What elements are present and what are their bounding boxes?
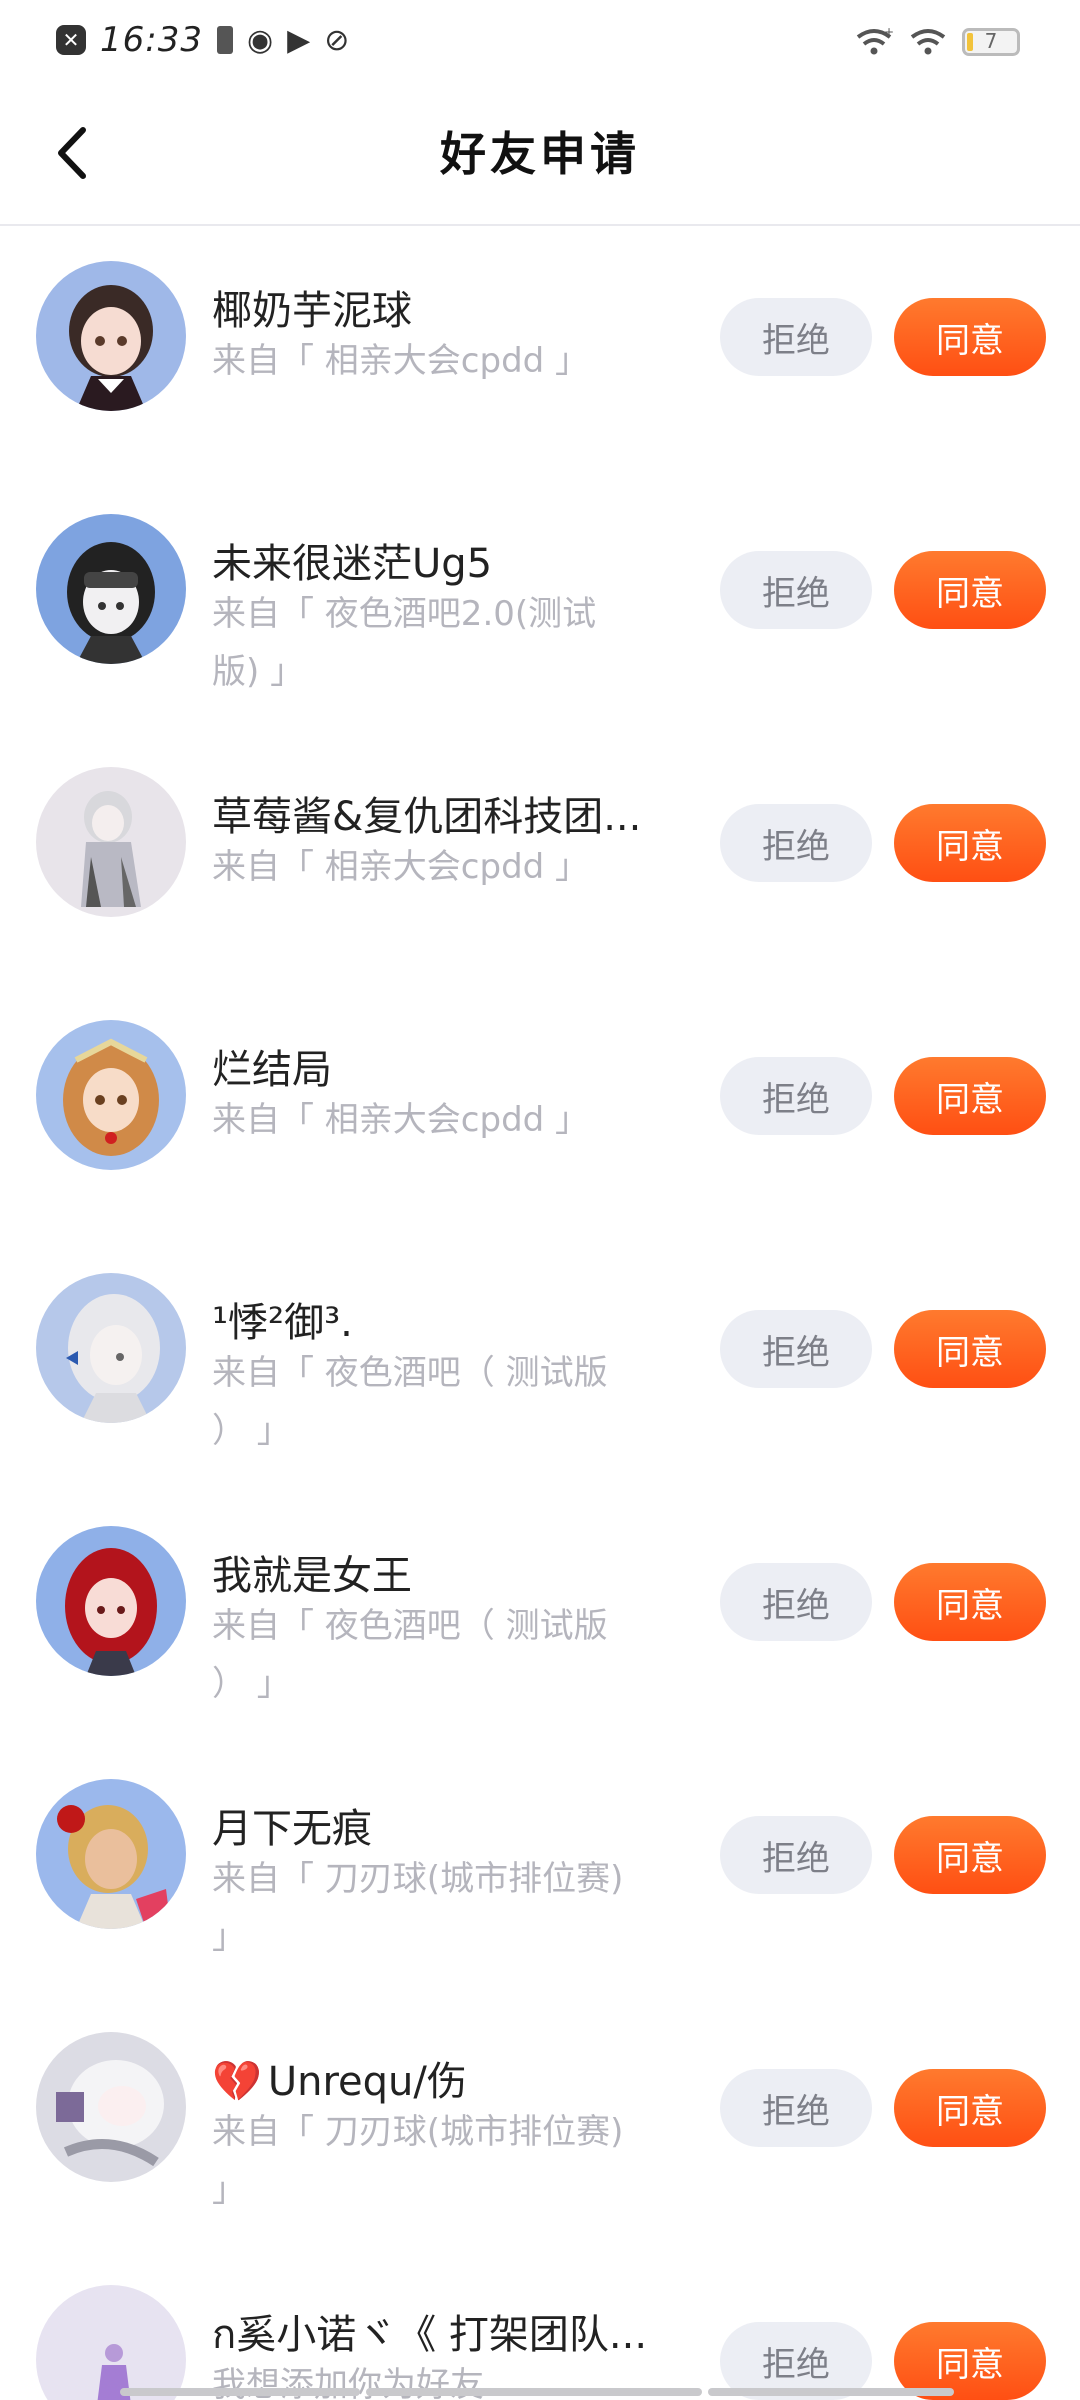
status-time: 16:33 [100,20,203,60]
battery-saver-icon [216,26,233,54]
play-icon: ▶ [287,22,311,58]
avatar[interactable] [36,1273,186,1423]
list-item: 未来很迷茫Ug5 来自「 夜色酒吧2.0(测试版) 」 拒绝 同意 [0,481,1080,734]
broken-heart-icon: 💔 [212,2059,262,2105]
list-item: 月下无痕 来自「 刀刃球(城市排位赛) 」 拒绝 同意 [0,1746,1080,1999]
accept-button[interactable]: 同意 [894,1057,1046,1135]
status-bar-left: ✕ 16:33 ◉ ▶ ⊘ [56,20,349,60]
request-source: 来自「 相亲大会cpdd 」 [212,847,590,887]
header: 好友申请 [0,80,1080,226]
avatar[interactable] [36,1020,186,1170]
accept-button[interactable]: 同意 [894,1310,1046,1388]
avatar[interactable] [36,2032,186,2182]
status-bar: ✕ 16:33 ◉ ▶ ⊘ + 7 [0,0,1080,80]
request-name: 💔 Unrequ/伤 [212,2049,682,2107]
request-source: 来自「 相亲大会cpdd 」 [212,1100,590,1140]
request-name: 月下无痕 [212,1806,372,1852]
request-name: ¹悸²御³. [212,1300,353,1346]
list-item: 烂结局 来自「 相亲大会cpdd 」 拒绝 同意 [0,987,1080,1240]
page-title: 好友申请 [440,127,640,181]
request-source: 来自「 刀刃球(城市排位赛) 」 [212,1859,624,1957]
list-item: ก奚小诺ヾ《 打架团队... 我想添加你为好友 拒绝 同意 [0,2252,1080,2400]
request-name: 未来很迷茫Ug5 [212,541,493,587]
reject-button[interactable]: 拒绝 [720,804,872,882]
wechat-icon: ◉ [246,22,274,58]
avatar[interactable] [36,261,186,411]
avatar[interactable] [36,514,186,664]
reject-button[interactable]: 拒绝 [720,551,872,629]
accept-button[interactable]: 同意 [894,551,1046,629]
accept-button[interactable]: 同意 [894,804,1046,882]
accept-button[interactable]: 同意 [894,1563,1046,1641]
request-name: 椰奶芋泥球 [212,288,412,334]
scroll-indicator [120,2388,960,2396]
reject-button[interactable]: 拒绝 [720,1816,872,1894]
list-item: 我就是女王 来自「 夜色酒吧（ 测试版 ） 」 拒绝 同意 [0,1493,1080,1746]
avatar[interactable] [36,1779,186,1929]
avatar[interactable] [36,2285,186,2400]
list-item: ¹悸²御³. 来自「 夜色酒吧（ 测试版 ） 」 拒绝 同意 [0,1240,1080,1493]
accept-button[interactable]: 同意 [894,1816,1046,1894]
list-item: 草莓酱&复仇团科技团... 来自「 相亲大会cpdd 」 拒绝 同意 [0,734,1080,987]
battery-icon: 7 [962,28,1020,56]
svg-text:+: + [884,27,894,39]
request-source: 来自「 刀刃球(城市排位赛) 」 [212,2112,624,2210]
request-name-text: Unrequ/伤 [267,2059,467,2105]
avatar[interactable] [36,1526,186,1676]
request-name: 草莓酱&复仇团科技团... [212,794,642,840]
notification-x-icon: ✕ [56,25,86,55]
reject-button[interactable]: 拒绝 [720,2069,872,2147]
request-source: 来自「 相亲大会cpdd 」 [212,341,590,381]
list-item: 💔 Unrequ/伤 来自「 刀刃球(城市排位赛) 」 拒绝 同意 [0,1999,1080,2252]
battery-level: 7 [984,29,998,53]
reject-button[interactable]: 拒绝 [720,298,872,376]
list-item: 椰奶芋泥球 来自「 相亲大会cpdd 」 拒绝 同意 [0,228,1080,481]
reject-button[interactable]: 拒绝 [720,1057,872,1135]
leaf-icon: ⊘ [324,22,350,58]
friend-request-list: 椰奶芋泥球 来自「 相亲大会cpdd 」 拒绝 同意 未来很迷茫Ug5 来自「 … [0,228,1080,2400]
wifi-icon [910,29,946,55]
request-name: 我就是女王 [212,1553,412,1599]
reject-button[interactable]: 拒绝 [720,1563,872,1641]
wifi-plus-icon: + [856,27,894,55]
accept-button[interactable]: 同意 [894,298,1046,376]
avatar[interactable] [36,767,186,917]
request-source: 来自「 夜色酒吧2.0(测试版) 」 [212,594,597,692]
accept-button[interactable]: 同意 [894,2069,1046,2147]
request-source: 来自「 夜色酒吧（ 测试版 ） 」 [212,1353,608,1451]
request-name: 烂结局 [212,1047,332,1093]
reject-button[interactable]: 拒绝 [720,1310,872,1388]
request-source: 来自「 夜色酒吧（ 测试版 ） 」 [212,1606,608,1704]
status-bar-right: + 7 [854,22,1020,62]
